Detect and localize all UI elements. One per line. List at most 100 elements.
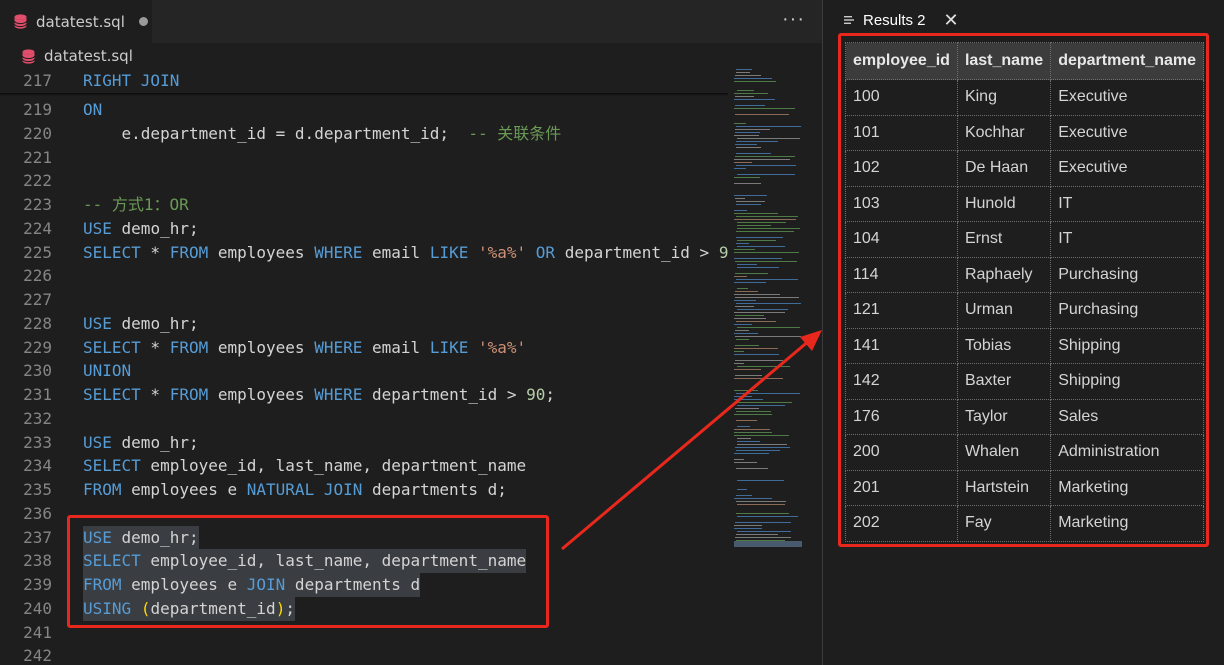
breadcrumb-file[interactable]: datatest.sql xyxy=(44,47,133,65)
code-token: -- 方式1：OR xyxy=(83,195,189,215)
table-row[interactable]: 176 Taylor Sales xyxy=(845,398,1205,435)
table-row[interactable]: 200 Whalen Administration xyxy=(845,434,1205,471)
code-line[interactable]: 239 FROM employees e JOIN departments d xyxy=(0,573,728,598)
table-row[interactable]: 201 Hartstein Marketing xyxy=(845,469,1205,506)
code-line[interactable]: 241 xyxy=(0,621,728,645)
table-cell[interactable]: IT xyxy=(1050,185,1205,222)
code-line[interactable]: 230 UNION xyxy=(0,359,728,383)
code-line[interactable]: 219 ON xyxy=(0,98,728,122)
table-cell[interactable]: 121 xyxy=(845,292,958,329)
table-cell[interactable]: Purchasing xyxy=(1050,256,1205,293)
table-cell[interactable]: Whalen xyxy=(956,434,1052,471)
minimap-line xyxy=(736,534,778,535)
minimap-line xyxy=(735,114,789,115)
table-cell[interactable]: King xyxy=(956,79,1052,116)
code-line[interactable]: 235 FROM employees e NATURAL JOIN departm… xyxy=(0,478,728,502)
code-line[interactable]: 224 USE demo_hr; xyxy=(0,217,728,241)
table-cell[interactable]: Shipping xyxy=(1050,363,1205,400)
code-line[interactable]: 228 USE demo_hr; xyxy=(0,312,728,336)
code-line[interactable]: 217 RIGHT JOIN xyxy=(0,69,728,93)
tab-datatest-sql[interactable]: datatest.sql xyxy=(0,0,152,43)
code-token: OR xyxy=(535,242,556,262)
table-row[interactable]: 202 Fay Marketing xyxy=(845,505,1205,542)
table-row[interactable]: 103 Hunold IT xyxy=(845,185,1205,222)
code-line[interactable]: 242 xyxy=(0,644,728,665)
table-cell[interactable]: 202 xyxy=(845,505,958,542)
code-line[interactable]: 227 xyxy=(0,288,728,312)
table-cell[interactable]: Raphaely xyxy=(956,256,1052,293)
table-cell[interactable]: Urman xyxy=(956,292,1052,329)
code-line[interactable]: 238 SELECT employee_id, last_name, depart… xyxy=(0,549,728,574)
code-line[interactable]: 229 SELECT * FROM employees WHERE email L… xyxy=(0,336,728,360)
table-cell[interactable]: 103 xyxy=(845,185,958,222)
table-cell[interactable]: 200 xyxy=(845,434,958,471)
table-cell[interactable]: 101 xyxy=(845,114,958,151)
column-header[interactable]: department_name xyxy=(1050,42,1205,80)
table-cell[interactable]: Fay xyxy=(956,505,1052,542)
table-cell[interactable]: Executive xyxy=(1050,79,1205,116)
code-line[interactable]: 231 SELECT * FROM employees WHERE departm… xyxy=(0,383,728,407)
code-line[interactable]: 220 e.department_id = d.department_id; -… xyxy=(0,122,728,146)
code-line[interactable]: 237 USE demo_hr; xyxy=(0,525,728,550)
tab-results[interactable]: Results 2 ✕ xyxy=(823,0,973,40)
table-cell[interactable]: 176 xyxy=(845,398,958,435)
table-row[interactable]: 102 De Haan Executive xyxy=(845,150,1205,187)
table-cell[interactable]: 102 xyxy=(845,150,958,187)
table-cell[interactable]: De Haan xyxy=(956,150,1052,187)
column-header[interactable]: last_name xyxy=(956,42,1052,80)
table-row[interactable]: 104 Ernst IT xyxy=(845,221,1205,258)
table-row[interactable]: 141 Tobias Shipping xyxy=(845,327,1205,364)
table-cell[interactable]: Executive xyxy=(1050,114,1205,151)
code-line[interactable]: 234 SELECT employee_id, last_name, depart… xyxy=(0,454,728,478)
code-line[interactable]: 221 xyxy=(0,146,728,170)
table-row[interactable]: 101 Kochhar Executive xyxy=(845,114,1205,151)
table-row[interactable]: 114 Raphaely Purchasing xyxy=(845,256,1205,293)
table-cell[interactable]: Shipping xyxy=(1050,327,1205,364)
table-cell[interactable]: Baxter xyxy=(956,363,1052,400)
table-cell[interactable]: Ernst xyxy=(956,221,1052,258)
minimap[interactable] xyxy=(730,69,806,665)
code-token: USE xyxy=(83,527,112,547)
table-cell[interactable]: Purchasing xyxy=(1050,292,1205,329)
table-cell[interactable]: 104 xyxy=(845,221,958,258)
more-actions-icon[interactable]: ··· xyxy=(782,8,805,31)
code-line[interactable]: 223 -- 方式1：OR xyxy=(0,193,728,217)
table-cell[interactable]: IT xyxy=(1050,221,1205,258)
code-text: USING (department_id); xyxy=(83,596,295,621)
code-line[interactable]: 225 SELECT * FROM employees WHERE email L… xyxy=(0,241,728,265)
close-icon[interactable]: ✕ xyxy=(944,10,959,31)
table-cell[interactable]: 114 xyxy=(845,256,958,293)
minimap-line xyxy=(735,360,783,361)
table-cell[interactable]: Taylor xyxy=(956,398,1052,435)
code-line[interactable]: 236 xyxy=(0,502,728,526)
table-row[interactable]: 142 Baxter Shipping xyxy=(845,363,1205,400)
table-cell[interactable]: Hartstein xyxy=(956,469,1052,506)
code-line[interactable]: 233 USE demo_hr; xyxy=(0,431,728,455)
table-row[interactable]: 121 Urman Purchasing xyxy=(845,292,1205,329)
table-cell[interactable]: Sales xyxy=(1050,398,1205,435)
code-line[interactable]: 232 xyxy=(0,407,728,431)
table-cell[interactable]: Hunold xyxy=(956,185,1052,222)
table-cell[interactable]: 100 xyxy=(845,79,958,116)
unsaved-dot-icon[interactable] xyxy=(138,17,148,26)
table-cell[interactable]: 142 xyxy=(845,363,958,400)
table-cell[interactable]: 201 xyxy=(845,469,958,506)
minimap-line xyxy=(736,153,771,154)
code-editor[interactable]: 217 RIGHT JOIN 219 ON 220 e.department_id = … xyxy=(0,69,728,665)
table-cell[interactable]: Tobias xyxy=(956,327,1052,364)
table-cell[interactable]: Kochhar xyxy=(956,114,1052,151)
vertical-scrollbar[interactable] xyxy=(808,69,822,665)
code-line[interactable]: 222 xyxy=(0,169,728,193)
table-cell[interactable]: Marketing xyxy=(1050,469,1205,506)
code-token: 90 xyxy=(718,242,728,262)
minimap-line xyxy=(734,249,755,250)
minimap-line xyxy=(734,369,761,370)
code-line[interactable]: 240 USING (department_id); xyxy=(0,596,728,621)
column-header[interactable]: employee_id xyxy=(845,42,958,80)
table-cell[interactable]: 141 xyxy=(845,327,958,364)
table-cell[interactable]: Administration xyxy=(1050,434,1205,471)
table-cell[interactable]: Executive xyxy=(1050,150,1205,187)
table-row[interactable]: 100 King Executive xyxy=(845,79,1205,116)
table-cell[interactable]: Marketing xyxy=(1050,505,1205,542)
code-line[interactable]: 226 xyxy=(0,264,728,288)
